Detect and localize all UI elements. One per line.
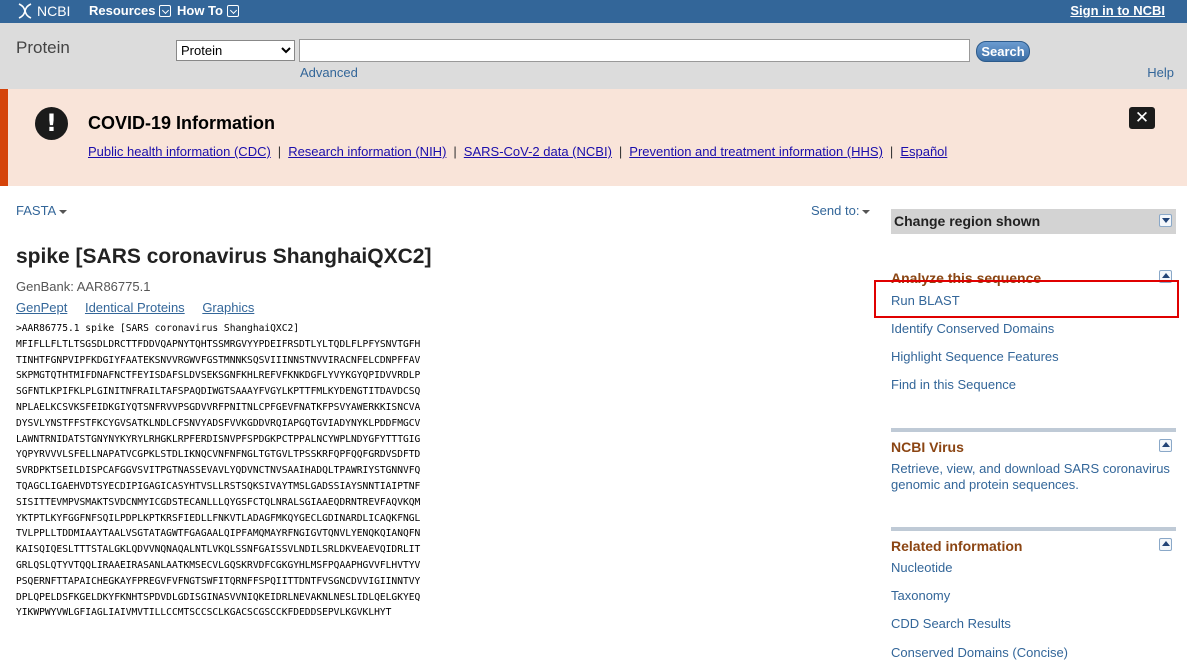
covid-links: Public health information (CDC) | Research… — [88, 144, 947, 159]
covid-link-ncbi[interactable]: SARS-CoV-2 data (NCBI) — [464, 144, 612, 159]
resources-label: Resources — [89, 3, 156, 18]
ncbi-logo[interactable]: NCBI — [16, 3, 70, 19]
link-separator: | — [453, 144, 457, 159]
search-button[interactable]: Search — [976, 41, 1030, 62]
find-in-sequence-link[interactable]: Find in this Sequence — [891, 377, 1016, 392]
identical-proteins-link[interactable]: Identical Proteins — [85, 300, 185, 315]
expand-toggle-icon[interactable] — [1159, 214, 1172, 227]
covid-banner: ! COVID-19 Information Public health inf… — [0, 89, 1187, 186]
search-input[interactable] — [299, 39, 970, 62]
ncbi-header-bar: NCBI Resources How To Sign in to NCBI — [0, 0, 1187, 23]
related-taxonomy-link[interactable]: Taxonomy — [891, 588, 950, 603]
covid-title: COVID-19 Information — [88, 113, 276, 133]
virus-heading: NCBI Virus — [891, 439, 1176, 456]
section-divider — [891, 527, 1176, 531]
run-blast-link[interactable]: Run BLAST — [891, 293, 960, 308]
format-menu[interactable]: FASTA — [16, 203, 68, 218]
help-link[interactable]: Help — [1147, 65, 1174, 80]
genbank-accession: GenBank: AAR86775.1 — [16, 279, 151, 294]
graphics-link[interactable]: Graphics — [202, 300, 254, 315]
advanced-search-link[interactable]: Advanced — [300, 65, 358, 80]
highlight-sequence-features-link[interactable]: Highlight Sequence Features — [891, 349, 1059, 364]
database-title: Protein — [16, 38, 70, 57]
change-region-panel[interactable]: Change region shown — [891, 209, 1176, 234]
send-to-menu[interactable]: Send to: — [811, 203, 871, 218]
ncbi-brand: NCBI — [37, 3, 71, 19]
caret-down-icon — [59, 209, 68, 214]
close-icon[interactable]: ✕ — [1129, 107, 1155, 129]
send-to-label: Send to: — [811, 203, 860, 218]
link-separator: | — [889, 144, 894, 159]
caret-down-icon — [862, 209, 871, 214]
covid-link-cdc[interactable]: Public health information (CDC) — [88, 144, 271, 159]
chevron-down-icon — [159, 4, 172, 17]
genpept-link[interactable]: GenPept — [16, 300, 67, 315]
sign-in-link[interactable]: Sign in to NCBI — [1070, 3, 1165, 18]
format-label: FASTA — [16, 203, 57, 218]
covid-link-nih[interactable]: Research information (NIH) — [288, 144, 446, 159]
ncbi-virus-description-link[interactable]: Retrieve, view, and download SARS corona… — [891, 461, 1176, 493]
related-info-heading: Related information — [891, 538, 1176, 555]
covid-link-hhs[interactable]: Prevention and treatment information (HH… — [629, 144, 883, 159]
ncbi-helix-icon — [18, 3, 32, 19]
resources-menu[interactable]: Resources — [89, 3, 172, 18]
fasta-sequence: >AAR86775.1 spike [SARS coronavirus Shan… — [16, 323, 421, 619]
identify-conserved-domains-link[interactable]: Identify Conserved Domains — [891, 321, 1054, 336]
covid-link-espanol[interactable]: Español — [900, 144, 947, 159]
section-divider — [891, 428, 1176, 432]
collapse-toggle-icon[interactable] — [1159, 439, 1172, 452]
alert-icon: ! — [35, 107, 68, 140]
virus-heading-label: NCBI Virus — [891, 439, 964, 455]
chevron-down-icon — [226, 4, 239, 17]
howto-menu[interactable]: How To — [177, 3, 239, 18]
record-links: GenPept Identical Proteins Graphics — [16, 300, 268, 315]
record-title: spike [SARS coronavirus ShanghaiQXC2] — [16, 245, 432, 268]
link-separator: | — [277, 144, 282, 159]
related-info-heading-label: Related information — [891, 538, 1023, 554]
related-cdd-search-link[interactable]: CDD Search Results — [891, 616, 1011, 631]
database-select[interactable]: Protein — [176, 40, 295, 61]
howto-label: How To — [177, 3, 223, 18]
related-conserved-domains-link[interactable]: Conserved Domains (Concise) — [891, 645, 1068, 660]
link-separator: | — [618, 144, 623, 159]
related-nucleotide-link[interactable]: Nucleotide — [891, 560, 952, 575]
collapse-toggle-icon[interactable] — [1159, 538, 1172, 551]
search-bar: Protein Protein Search Advanced Help — [0, 23, 1187, 89]
change-region-label: Change region shown — [894, 213, 1041, 229]
